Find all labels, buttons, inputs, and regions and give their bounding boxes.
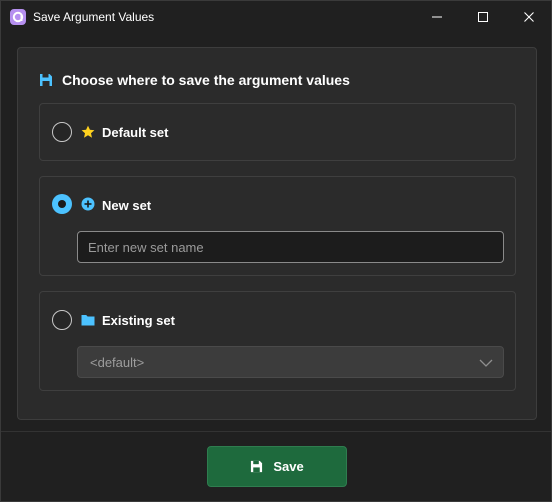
app-logo-icon [10,9,26,25]
existing-set-dropdown[interactable]: <default> [77,346,504,378]
window-title: Save Argument Values [33,10,155,24]
close-icon [524,12,534,22]
new-set-label: New set [102,198,152,213]
plus-circle-icon [81,197,95,211]
title-bar: Save Argument Values [1,1,551,33]
footer-divider [1,431,551,432]
dialog-window: Save Argument Values Choose where to sav… [0,0,552,502]
options-panel: Choose where to save the argument values… [17,47,537,420]
close-button[interactable] [506,1,552,33]
default-set-label: Default set [102,125,169,140]
floppy-disk-icon [251,460,263,473]
panel-heading: Choose where to save the argument values [39,70,350,90]
option-existing-set: Existing set <default> [39,291,516,391]
existing-set-dropdown-value: <default> [90,355,145,370]
minimize-button[interactable] [414,1,460,33]
folder-icon [81,315,95,326]
minimize-icon [432,16,442,18]
option-default-set: Default set [39,103,516,161]
new-set-name-input[interactable] [77,231,504,263]
star-icon [81,125,95,138]
save-button-label: Save [273,459,304,474]
existing-set-label: Existing set [102,313,175,328]
maximize-button[interactable] [460,1,506,33]
chevron-down-icon [479,359,493,367]
panel-heading-text: Choose where to save the argument values [62,72,350,88]
save-button[interactable]: Save [207,446,347,487]
default-set-radio[interactable] [52,122,72,142]
floppy-disk-icon [40,74,52,86]
new-set-radio[interactable] [52,194,72,214]
option-new-set: New set [39,176,516,276]
maximize-icon [478,12,488,22]
existing-set-radio[interactable] [52,310,72,330]
